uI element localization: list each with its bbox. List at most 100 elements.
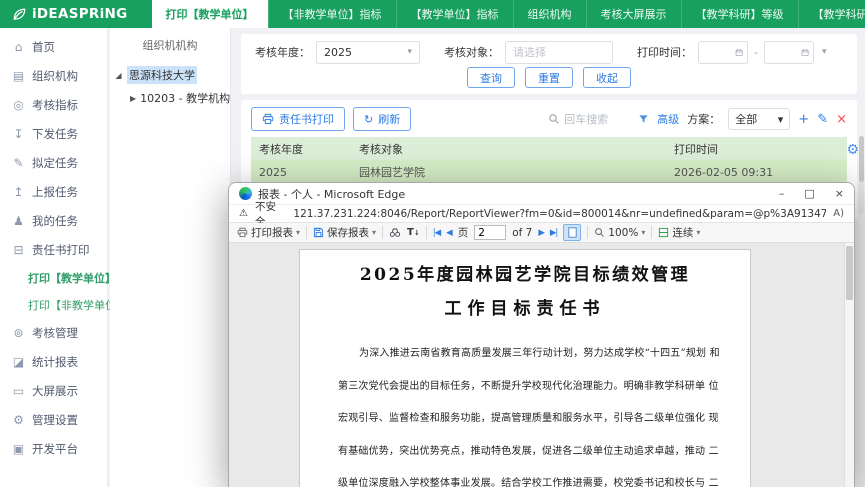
delete-scheme-icon[interactable]: × <box>836 113 847 126</box>
tab-teaching-research-score[interactable]: 【教学科研】得分 <box>797 0 865 28</box>
continuous-view-button[interactable]: 连续 ▾ <box>658 225 700 240</box>
sidebar-item-assessment-management[interactable]: ⊚ 考核管理 <box>0 318 107 347</box>
collapse-button[interactable]: 收起 <box>583 67 631 88</box>
sidebar-item-label: 大屏展示 <box>32 383 78 398</box>
tab-teaching-indicators[interactable]: 【教学单位】指标 <box>395 0 513 28</box>
sidebar-item-dev-platform[interactable]: ▣ 开发平台 <box>0 434 107 463</box>
find-binoculars-icon[interactable] <box>389 227 401 238</box>
filter-funnel-icon[interactable] <box>638 114 649 125</box>
first-page-icon[interactable]: |◀ <box>433 228 441 238</box>
sidebar-item-my-tasks[interactable]: ♟ 我的任务 <box>0 206 107 235</box>
save-report-button[interactable]: 保存报表 ▾ <box>313 225 376 240</box>
date-end-input[interactable] <box>763 40 814 64</box>
text-select-icon[interactable]: T↓ <box>407 227 420 238</box>
sidebar-item-label: 考核管理 <box>32 325 78 340</box>
table-search-input[interactable] <box>564 112 631 126</box>
document-line: 有基础优势，突出优势亮点，推动特色发展，促进各二级单位主动追求卓越，推动 二 <box>338 445 719 457</box>
reset-button[interactable]: 重置 <box>525 67 573 88</box>
window-controls: – □ × <box>779 187 844 200</box>
date-start-input[interactable] <box>698 40 748 64</box>
tab-assessment-big-screen[interactable]: 考核大屏展示 <box>585 0 681 28</box>
top-header: iDEASPRiNG 打印【教学单位】 【非教学单位】指标 【教学单位】指标 组… <box>0 0 865 28</box>
read-aloud-icon[interactable]: A) <box>833 208 844 219</box>
responsibility-print-button[interactable]: 责任书打印 <box>251 107 345 131</box>
sidebar-item-responsibility-print[interactable]: ⊟ 责任书打印 <box>0 235 107 264</box>
popup-title-bar[interactable]: 报表 - 个人 - Microsoft Edge – □ × <box>229 183 854 204</box>
sidebar-item-draft-tasks[interactable]: ✎ 拟定任务 <box>0 148 107 177</box>
minimize-button[interactable]: – <box>779 187 785 200</box>
zoom-control[interactable]: 100% ▾ <box>594 227 645 239</box>
filter-target: 考核对象： <box>444 40 613 64</box>
tree-node-university[interactable]: ◢ 思源科技大学 <box>110 63 230 87</box>
tab-organization[interactable]: 组织机构 <box>512 0 586 28</box>
chevron-down-icon: ▾ <box>777 112 784 126</box>
scrollbar-thumb[interactable] <box>859 136 864 182</box>
tree-node-teaching-org[interactable]: ▶ 10203 - 教学机构 <box>110 87 230 109</box>
target-select[interactable] <box>505 40 613 64</box>
tree-expand-icon[interactable]: ◢ <box>114 71 123 80</box>
column-header-target[interactable]: 考核对象 <box>351 137 666 160</box>
previous-page-icon[interactable]: ◀ <box>446 228 452 238</box>
column-settings-gear-icon[interactable]: ⚙ <box>846 142 859 158</box>
page-number-input[interactable] <box>474 225 507 240</box>
sidebar-subitem-print-non-teaching[interactable]: 打印【非教学单位】 <box>0 291 127 318</box>
target-input[interactable] <box>513 45 605 59</box>
close-button[interactable]: × <box>835 187 844 200</box>
sidebar-item-report-tasks[interactable]: ↥ 上报任务 <box>0 177 107 206</box>
sidebar-item-dispatch-tasks[interactable]: ↧ 下发任务 <box>0 119 107 148</box>
table-toolbar: 责任书打印 ↻ 刷新 回车搜索 高级 方案： 全部 ▾ + ✎ × <box>251 106 847 132</box>
tree-node-label[interactable]: 10203 - 教学机构 <box>140 90 230 106</box>
sidebar-item-organization[interactable]: ▤ 组织机构 <box>0 61 107 90</box>
calendar-icon <box>801 48 809 56</box>
refresh-button[interactable]: ↻ 刷新 <box>353 107 412 131</box>
sidebar-item-label: 拟定任务 <box>32 155 78 170</box>
search-icon[interactable] <box>548 113 560 125</box>
sidebar-item-management-settings[interactable]: ⚙ 管理设置 <box>0 405 107 434</box>
tab-non-teaching-indicators[interactable]: 【非教学单位】指标 <box>267 0 396 28</box>
sidebar-subitem-print-teaching[interactable]: 打印【教学单位】 <box>0 264 116 291</box>
advanced-link[interactable]: 高级 <box>657 111 679 127</box>
tree-collapse-icon[interactable]: ▶ <box>130 94 136 103</box>
gear-icon: ⚙ <box>13 412 24 427</box>
sidebar-item-home[interactable]: ⌂ 首页 <box>0 32 107 61</box>
sidebar-item-statistics-reports[interactable]: ◪ 统计报表 <box>0 347 107 376</box>
home-icon: ⌂ <box>14 39 23 54</box>
sidebar-item-assessment-indicators[interactable]: ◎ 考核指标 <box>0 90 107 119</box>
next-page-icon[interactable]: ▶ <box>538 228 544 238</box>
person-icon: ♟ <box>13 213 24 228</box>
tab-teaching-research-grade[interactable]: 【教学科研】等级 <box>680 0 798 28</box>
add-scheme-icon[interactable]: + <box>798 113 809 126</box>
sidebar-item-label: 统计报表 <box>32 354 78 369</box>
chevron-down-icon[interactable]: ▾ <box>822 47 827 57</box>
document-line: 第三次党代会提出的目标任务，不断提升学校现代化治理能力。明确非教学科研单 位 <box>338 380 719 392</box>
sidebar-item-big-screen[interactable]: ▭ 大屏展示 <box>0 376 107 405</box>
last-page-icon[interactable]: ▶| <box>550 228 558 238</box>
query-button[interactable]: 查询 <box>467 67 515 88</box>
main-scrollbar[interactable] <box>859 136 864 214</box>
chevron-down-icon: ▾ <box>372 228 377 237</box>
print-report-button[interactable]: 打印报表 ▾ <box>237 225 300 240</box>
scheme-label: 方案： <box>687 113 721 126</box>
document-scrollbar[interactable] <box>844 243 854 487</box>
column-header-print-time[interactable]: 打印时间 <box>666 137 847 160</box>
sidebar-menu: ⌂ 首页 ▤ 组织机构 ◎ 考核指标 ↧ 下发任务 ✎ 拟定任务 ↥ 上报任务 ♟ 我的任务 … <box>0 28 127 487</box>
zoom-value: 100% <box>608 226 639 239</box>
page-view-toggle-button[interactable] <box>563 224 582 241</box>
date-start-field[interactable] <box>703 45 733 59</box>
document-title-line2: 工作目标责任书 <box>444 299 606 319</box>
year-select[interactable]: 2025 ▾ <box>316 40 420 64</box>
edit-scheme-pencil-icon[interactable]: ✎ <box>817 113 828 126</box>
tree-node-label[interactable]: 思源科技大学 <box>127 66 197 84</box>
column-header-year[interactable]: 考核年度 <box>251 137 351 160</box>
scheme-select[interactable]: 全部 ▾ <box>728 108 791 130</box>
org-structure-icon: ▤ <box>12 68 25 83</box>
tab-print-teaching-unit[interactable]: 打印【教学单位】 <box>151 0 268 28</box>
date-end-field[interactable] <box>768 45 799 59</box>
url-text[interactable]: 121.37.231.224:8046/Report/ReportViewer?… <box>293 208 826 220</box>
maximize-button[interactable]: □ <box>804 187 814 200</box>
edge-browser-icon <box>239 187 252 200</box>
sidebar-item-label: 责任书打印 <box>32 242 90 257</box>
sidebar-item-label: 我的任务 <box>32 213 78 228</box>
scrollbar-thumb[interactable] <box>846 246 853 300</box>
address-bar[interactable]: ⚠ 不安全 121.37.231.224:8046/Report/ReportV… <box>229 201 854 228</box>
